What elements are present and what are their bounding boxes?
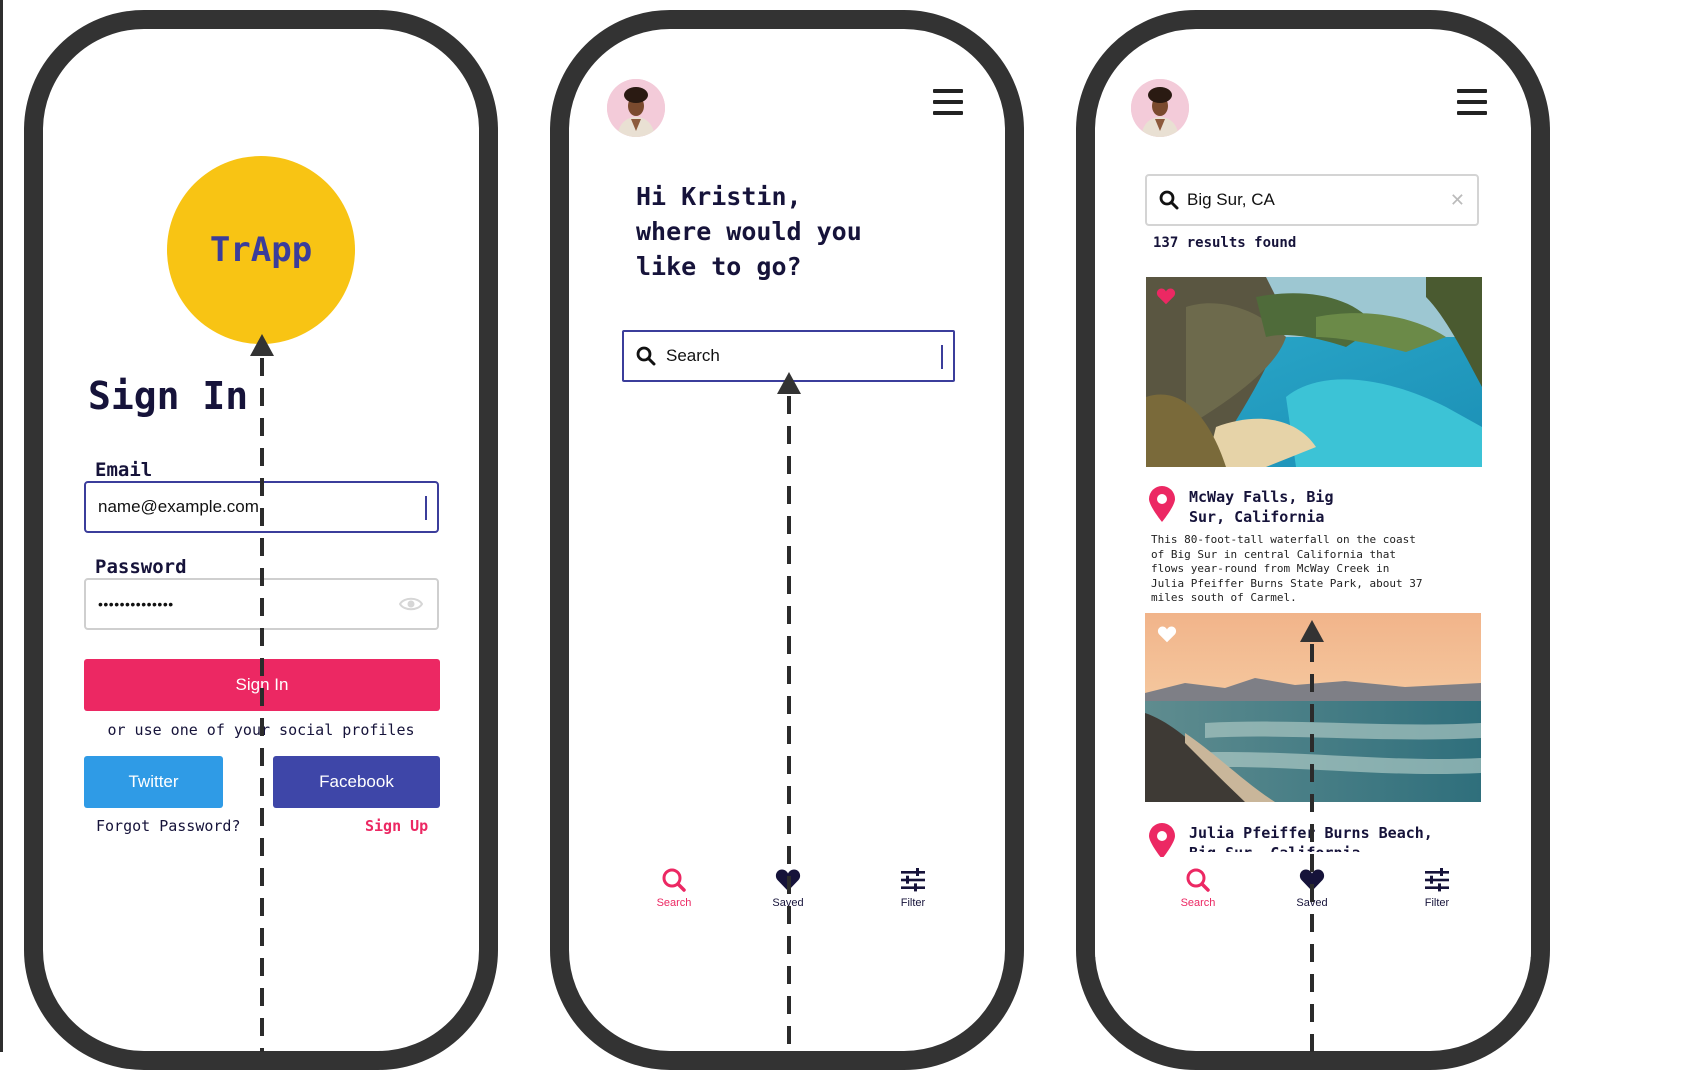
nav-filter-label: Filter: [1424, 897, 1450, 909]
place-desc-line: This 80-foot-tall waterfall on the coast: [1151, 533, 1416, 546]
app-logo-text: TrApp: [209, 230, 313, 270]
search-icon: [1186, 868, 1210, 892]
twitter-button[interactable]: Twitter: [84, 756, 223, 808]
nav-filter[interactable]: Filter: [878, 867, 948, 909]
greeting: Hi Kristin, where would you like to go?: [636, 179, 862, 284]
nav-search[interactable]: Search: [639, 867, 709, 909]
eye-icon[interactable]: [398, 595, 424, 616]
app-logo: TrApp: [167, 156, 355, 344]
password-label: Password: [95, 556, 187, 578]
search-icon: [662, 868, 686, 892]
text-cursor: [425, 496, 427, 520]
place-desc-line: Julia Pfeiffer Burns State Park, about 3…: [1151, 576, 1423, 590]
search-input[interactable]: Big Sur, CA ✕: [1145, 174, 1479, 226]
nav-filter-label: Filter: [900, 897, 926, 909]
place-title-1-line-2: Sur, California: [1189, 508, 1325, 526]
place-desc-line: miles south of Carmel.: [1151, 591, 1297, 605]
flow-arrow-line-1: [260, 358, 264, 1052]
place-description-1: This 80-foot-tall waterfall on the coast…: [1151, 533, 1423, 606]
menu-icon[interactable]: [933, 89, 963, 115]
sign-up-link[interactable]: Sign Up: [365, 817, 428, 835]
nav-search-label: Search: [656, 897, 692, 909]
filter-icon: [1425, 868, 1449, 892]
greeting-line-1: Hi Kristin,: [636, 182, 802, 211]
place-desc-line: of Big Sur in central California that: [1151, 547, 1397, 561]
menu-icon[interactable]: [1457, 89, 1487, 115]
password-value: ••••••••••••••: [98, 596, 174, 612]
search-value: Big Sur, CA: [1187, 190, 1275, 209]
signin-title: Sign In: [88, 374, 249, 418]
nav-search[interactable]: Search: [1163, 867, 1233, 909]
avatar[interactable]: [1131, 79, 1189, 137]
text-cursor: [941, 345, 943, 369]
search-placeholder: Search: [666, 346, 720, 365]
search-icon: [636, 346, 656, 366]
filter-icon: [901, 868, 925, 892]
search-icon: [1159, 190, 1179, 210]
nav-search-label: Search: [1180, 897, 1216, 909]
flow-arrow-head-1: [250, 334, 274, 356]
flow-arrow-head-2: [777, 372, 801, 394]
email-value: name@example.com: [98, 497, 259, 516]
flow-arrow-head-3: [1300, 620, 1324, 642]
place-desc-line: flows year-round from McWay Creek in: [1151, 562, 1390, 576]
avatar[interactable]: [607, 79, 665, 137]
email-label: Email: [95, 459, 153, 481]
place-title-1-line-1: McWay Falls, Big: [1189, 488, 1334, 506]
forgot-password-link[interactable]: Forgot Password?: [96, 817, 241, 835]
greeting-line-3: like to go?: [636, 252, 802, 281]
place-image-mcway-falls[interactable]: [1146, 277, 1482, 467]
heart-outline-icon[interactable]: [1157, 625, 1177, 648]
greeting-line-2: where would you: [636, 217, 862, 246]
heart-filled-icon[interactable]: [1156, 287, 1176, 310]
flow-arrow-line-3: [1310, 644, 1314, 1052]
clear-icon[interactable]: ✕: [1450, 190, 1465, 211]
results-count: 137 results found: [1153, 235, 1297, 251]
location-pin-icon: [1147, 485, 1177, 528]
nav-filter[interactable]: Filter: [1402, 867, 1472, 909]
facebook-button[interactable]: Facebook: [273, 756, 440, 808]
flow-arrow-line-2: [787, 396, 791, 1052]
canvas-edge: [0, 0, 3, 1052]
place-title-1[interactable]: McWay Falls, Big Sur, California: [1189, 487, 1334, 527]
